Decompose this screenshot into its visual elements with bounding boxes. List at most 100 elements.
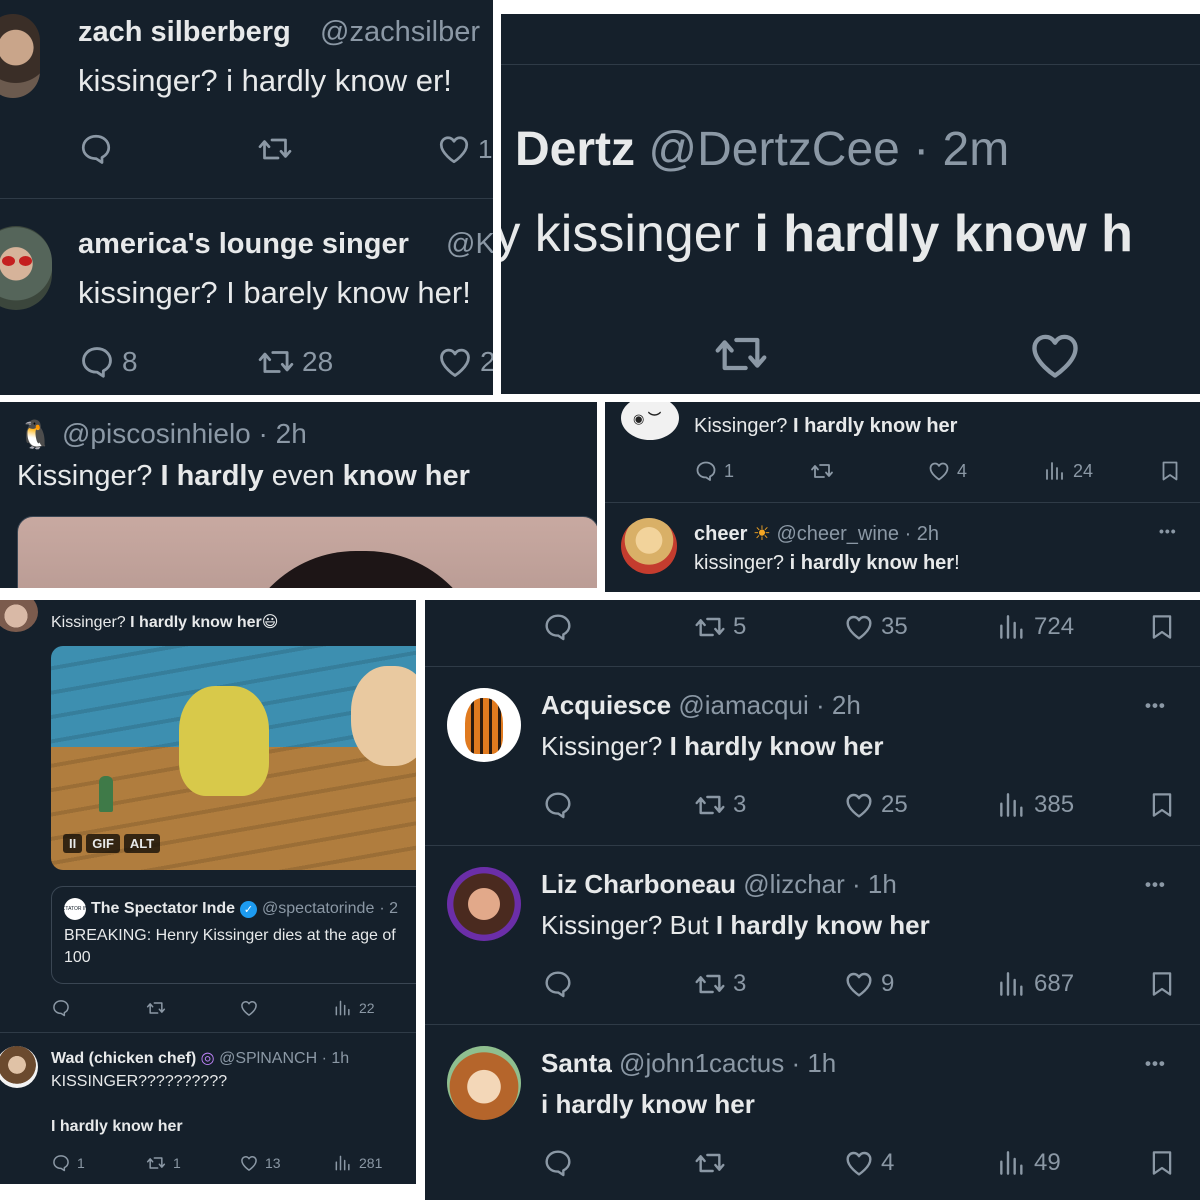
views-button[interactable]: 281: [333, 1153, 382, 1173]
screenshot-panel-1: zach silberberg @zachsilber kissinger? i…: [0, 0, 493, 395]
retweet-button[interactable]: 5: [693, 611, 746, 643]
gif-media[interactable]: II GIF ALT: [51, 646, 416, 870]
more-icon[interactable]: •••: [1159, 523, 1177, 539]
avatar[interactable]: [0, 600, 38, 632]
author-handle[interactable]: @piscosinhielo: [62, 418, 251, 449]
retweet-button[interactable]: [145, 998, 167, 1018]
tweet-media[interactable]: [17, 516, 597, 588]
retweet-button[interactable]: [809, 459, 835, 483]
author-handle[interactable]: @SPlNANCH: [219, 1050, 317, 1067]
tweet-text: kissinger? i hardly know er!: [78, 63, 452, 98]
reply-button[interactable]: 1: [694, 459, 734, 483]
views-button[interactable]: 49: [996, 1147, 1061, 1179]
author-handle[interactable]: @zachsilber: [320, 16, 480, 49]
quote-author-handle[interactable]: @spectatorinde: [262, 900, 374, 918]
author-handle[interactable]: @lizchar: [743, 869, 845, 899]
like-button[interactable]: 35: [843, 611, 908, 643]
reply-icon: [78, 131, 114, 167]
divider: [0, 198, 493, 199]
bookmark-icon: [1147, 968, 1177, 1000]
reply-button[interactable]: 8: [78, 343, 138, 381]
media-image: [236, 551, 486, 588]
author-name[interactable]: Liz Charboneau: [541, 869, 736, 899]
more-icon[interactable]: •••: [1145, 1054, 1166, 1074]
like-button[interactable]: [239, 998, 259, 1018]
reply-button[interactable]: [542, 611, 574, 643]
retweet-button[interactable]: 3: [693, 789, 746, 821]
reply-button[interactable]: [542, 789, 574, 821]
author-handle[interactable]: @K: [446, 228, 493, 261]
author-name[interactable]: Santa: [541, 1048, 612, 1078]
retweet-button[interactable]: 3: [693, 968, 746, 1000]
reply-button[interactable]: [51, 998, 71, 1018]
author-name[interactable]: Wad (chicken chef): [51, 1050, 196, 1067]
author-name[interactable]: Dertz: [515, 123, 635, 176]
tweet-text-part: Kissinger?: [51, 614, 126, 631]
tweet-header: Acquiesce @iamacqui · 2h: [541, 690, 861, 721]
like-button[interactable]: 1: [436, 131, 492, 167]
like-button[interactable]: 9: [843, 968, 894, 1000]
bookmark-button[interactable]: [1147, 968, 1177, 1000]
tweet-text-bold: I hardly know her: [715, 910, 930, 940]
retweet-button[interactable]: [705, 326, 777, 382]
quote-author-name[interactable]: The Spectator Inde: [91, 900, 235, 918]
more-icon[interactable]: •••: [1145, 875, 1166, 895]
alt-badge[interactable]: ALT: [123, 834, 161, 853]
like-button[interactable]: 13: [239, 1153, 281, 1173]
divider: [425, 845, 1200, 846]
tweet-text-part: !: [954, 552, 960, 574]
like-button[interactable]: 4: [843, 1147, 894, 1179]
reply-button[interactable]: [542, 968, 574, 1000]
views-button[interactable]: 724: [996, 611, 1074, 643]
reply-button[interactable]: 1: [51, 1153, 85, 1173]
avatar[interactable]: [0, 226, 52, 310]
views-button[interactable]: 22: [333, 998, 375, 1018]
reply-icon: [78, 343, 116, 381]
like-count: 35: [881, 613, 908, 640]
like-button[interactable]: [1025, 326, 1085, 384]
views-button[interactable]: 687: [996, 968, 1074, 1000]
verified-icon: ✓: [240, 900, 258, 918]
author-name[interactable]: america's lounge singer: [78, 228, 409, 261]
screenshot-panel-3: 🐧 @piscosinhielo · 2h Kissinger? I hardl…: [0, 402, 597, 588]
author-handle[interactable]: @DertzCee: [648, 123, 899, 176]
views-button[interactable]: 24: [1043, 459, 1093, 483]
more-icon[interactable]: •••: [1145, 696, 1166, 716]
smile-emoji-icon: 😃: [261, 614, 279, 631]
avatar[interactable]: [621, 518, 677, 574]
reply-button[interactable]: [78, 131, 114, 167]
avatar[interactable]: [0, 14, 40, 98]
like-button[interactable]: 25: [843, 789, 908, 821]
retweet-button[interactable]: [256, 131, 294, 167]
retweet-button[interactable]: [693, 1147, 727, 1179]
author-handle[interactable]: @iamacqui: [678, 690, 808, 720]
view-count: 281: [359, 1155, 383, 1171]
retweet-button[interactable]: 28: [256, 343, 333, 381]
avatar[interactable]: ◉ ︶: [621, 402, 679, 440]
author-name[interactable]: zach silberberg: [78, 16, 291, 49]
bookmark-button[interactable]: [1147, 789, 1177, 821]
avatar[interactable]: [447, 867, 521, 941]
author-name[interactable]: cheer: [694, 523, 747, 545]
divider: [425, 666, 1200, 667]
avatar[interactable]: [447, 1046, 521, 1120]
author-name[interactable]: Acquiesce: [541, 690, 671, 720]
bookmark-button[interactable]: [1147, 1147, 1177, 1179]
like-button[interactable]: 4: [927, 459, 967, 483]
pause-icon[interactable]: II: [63, 834, 83, 853]
reply-button[interactable]: [542, 1147, 574, 1179]
author-handle[interactable]: @john1cactus: [619, 1048, 784, 1078]
avatar[interactable]: [447, 688, 521, 762]
bookmark-button[interactable]: [1158, 459, 1182, 483]
screenshot-panel-6: 5 35 724 Acquiesce @iamacqui · 2h ••• Ki…: [425, 600, 1200, 1200]
spectator-logo[interactable]: SPECTATOR INDEX: [64, 898, 86, 920]
bookmark-button[interactable]: [1147, 611, 1177, 643]
retweet-icon: [693, 611, 727, 643]
retweet-button[interactable]: 1: [145, 1153, 181, 1173]
author-handle[interactable]: @cheer_wine: [776, 523, 899, 545]
avatar[interactable]: [0, 1046, 38, 1088]
like-button[interactable]: 2: [436, 343, 493, 381]
views-button[interactable]: 385: [996, 789, 1074, 821]
cartoon-character: [179, 686, 269, 796]
reply-count: 1: [77, 1155, 85, 1171]
